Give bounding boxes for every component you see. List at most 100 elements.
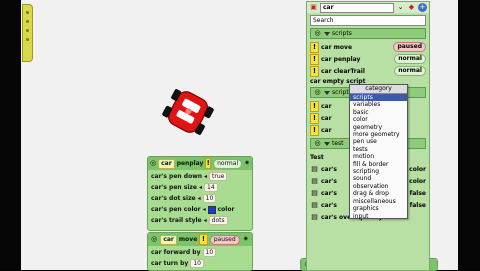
popup-menu-item[interactable]: graphics	[350, 205, 407, 212]
bug-icon[interactable]: ✷	[242, 235, 250, 244]
warning-icon[interactable]: !	[310, 100, 319, 112]
warning-icon[interactable]: !	[310, 53, 319, 65]
test-value[interactable]: color	[409, 178, 426, 185]
script-row-label: car penplay	[321, 55, 361, 63]
script-row[interactable]: ! car penplay normal	[307, 53, 429, 65]
command-value[interactable]: color	[218, 206, 235, 213]
command-row[interactable]: car's trail style ◂ dots	[151, 215, 249, 226]
popup-menu-item[interactable]: variables	[350, 101, 407, 108]
test-label: car's	[321, 201, 337, 209]
chevron-down-icon[interactable]	[324, 90, 330, 95]
list-icon[interactable]: ▤	[310, 201, 319, 210]
status-pill[interactable]: paused	[393, 42, 426, 52]
status-pill[interactable]: normal	[394, 66, 426, 76]
popup-menu-item[interactable]: drag & drop	[350, 190, 407, 197]
bug-icon[interactable]: ✷	[244, 159, 250, 168]
command-value[interactable]: true	[209, 172, 228, 181]
supplies-flap-tab[interactable]	[22, 4, 33, 62]
test-value[interactable]: false	[410, 202, 426, 209]
popup-menu-item[interactable]: scripts	[350, 94, 407, 102]
popup-menu-item[interactable]: tests	[350, 146, 407, 153]
script-player-tile[interactable]: car	[160, 234, 177, 245]
penplay-script-window[interactable]: ◎ car penplay ! normal ✷ car's pen down ◂…	[147, 156, 253, 231]
menu-icon[interactable]: ◎	[313, 29, 322, 38]
viewer-object-name[interactable]: car	[320, 2, 394, 13]
warning-icon[interactable]: !	[310, 124, 319, 136]
chevron-down-icon[interactable]: ⌄	[396, 3, 405, 12]
popup-menu-item[interactable]: motion	[350, 153, 407, 160]
menu-icon[interactable]: ◎	[150, 235, 158, 244]
status-pill[interactable]: paused	[209, 234, 240, 245]
command-text: car's pen color	[151, 206, 201, 213]
popup-menu-item[interactable]: sound	[350, 175, 407, 182]
warning-icon[interactable]: !	[310, 112, 319, 124]
flap-dot-icon	[26, 38, 29, 41]
list-icon[interactable]: ▤	[310, 177, 319, 186]
status-pill[interactable]: normal	[394, 54, 426, 64]
command-row[interactable]: car forward by 10	[151, 247, 249, 258]
script-player-tile[interactable]: car	[158, 158, 175, 169]
list-icon[interactable]: ▤	[310, 165, 319, 174]
warning-icon[interactable]: !	[205, 158, 212, 169]
popup-menu-item[interactable]: basic	[350, 109, 407, 116]
script-row[interactable]: ! car move paused	[307, 41, 429, 53]
command-text: car forward by	[151, 249, 201, 256]
popup-menu-item[interactable]: geometry	[350, 124, 407, 131]
menu-icon[interactable]: ◎	[150, 159, 156, 168]
status-pill[interactable]: normal	[213, 158, 243, 169]
test-value[interactable]: color	[409, 166, 426, 173]
chevron-down-icon[interactable]	[324, 141, 330, 146]
popup-menu-item[interactable]: fill & border	[350, 161, 407, 168]
morphic-world: ◎ car penplay ! normal ✷ car's pen down ◂…	[0, 0, 480, 271]
command-row[interactable]: car's pen size ◂ 14	[151, 182, 249, 193]
warning-icon[interactable]: !	[199, 234, 208, 245]
popup-menu-item[interactable]: color	[350, 116, 407, 123]
command-row[interactable]: car's pen down ◂ true	[151, 171, 249, 182]
script-row-label: car move	[321, 43, 353, 51]
list-icon[interactable]: ▤	[310, 189, 319, 198]
add-icon[interactable]: +	[418, 3, 427, 12]
thumbnail-icon[interactable]: ◆	[407, 3, 416, 12]
script-row-label: car	[321, 102, 332, 110]
viewer-search-input[interactable]: Search	[310, 15, 426, 26]
menu-icon[interactable]: ◎	[313, 88, 322, 97]
car-sprite[interactable]	[162, 89, 214, 135]
category-label[interactable]: test	[332, 140, 344, 147]
command-row[interactable]: car's pen color ◂ color	[151, 204, 249, 215]
script-row-label: car clearTrail	[321, 67, 365, 75]
car-icon	[162, 89, 214, 135]
flag-icon[interactable]: ▣	[309, 3, 318, 12]
move-script-header: ◎ car move ! paused ✷	[148, 233, 252, 246]
popup-menu-item[interactable]: miscellaneous	[350, 198, 407, 205]
category-pane-header[interactable]: ◎ scripts	[310, 28, 426, 39]
popup-menu-item[interactable]: observation	[350, 183, 407, 190]
popup-menu-item[interactable]: input	[350, 213, 407, 220]
script-name[interactable]: penplay	[177, 160, 204, 167]
category-label[interactable]: scripts	[332, 30, 352, 37]
category-popup-menu[interactable]: category scripts variables basic color geome…	[349, 84, 408, 220]
script-row[interactable]: ! car clearTrail normal	[307, 65, 429, 77]
command-value[interactable]: dots	[208, 216, 228, 225]
popup-menu-item[interactable]: more geometry	[350, 131, 407, 138]
script-name[interactable]: move	[179, 236, 197, 243]
warning-icon[interactable]: !	[310, 41, 319, 53]
command-value[interactable]: 10	[190, 259, 204, 268]
move-script-window[interactable]: ◎ car move ! paused ✷ car forward by 10 c…	[147, 232, 253, 271]
menu-icon[interactable]: ◎	[313, 139, 322, 148]
list-icon[interactable]: ▤	[310, 213, 319, 222]
test-value[interactable]: false	[410, 190, 426, 197]
chevron-down-icon[interactable]	[324, 31, 330, 36]
popup-item-list: scripts variables basic color geometry more g…	[350, 94, 407, 220]
command-text: car's dot size	[151, 195, 196, 202]
command-value[interactable]: 10	[202, 194, 217, 203]
command-value[interactable]: 10	[202, 248, 217, 257]
warning-icon[interactable]: !	[310, 65, 319, 77]
command-value[interactable]: 14	[204, 183, 218, 192]
script-row-label: car	[321, 114, 332, 122]
command-row[interactable]: car's dot size ◂ 10	[151, 193, 249, 204]
popup-menu-item[interactable]: pen use	[350, 138, 407, 145]
color-swatch[interactable]	[207, 205, 216, 214]
command-row[interactable]: car turn by 10	[151, 258, 249, 269]
popup-menu-item[interactable]: scripting	[350, 168, 407, 175]
viewer-header: ▣ car ⌄ ◆ +	[307, 2, 429, 13]
